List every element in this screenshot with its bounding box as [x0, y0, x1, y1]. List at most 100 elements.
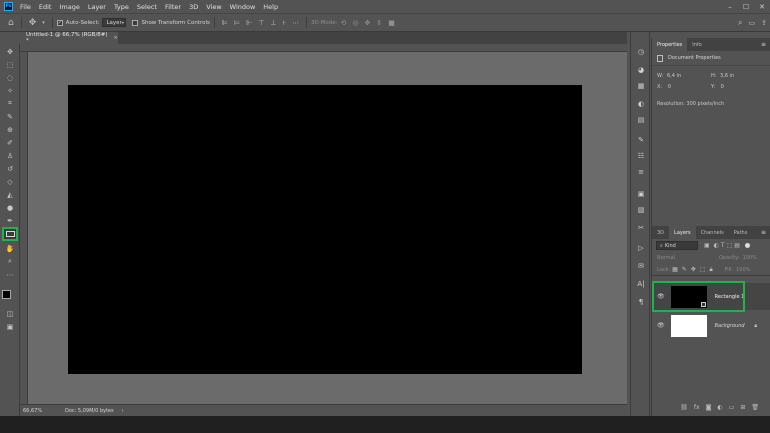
filter-kind-dropdown[interactable]: ⌕ Kind [656, 241, 698, 250]
move-tool-icon[interactable]: ✥ [29, 18, 37, 28]
styles-icon[interactable]: ▣ [635, 188, 647, 200]
marquee-tool-icon[interactable]: ⬚ [3, 59, 17, 70]
document-canvas[interactable] [68, 85, 582, 374]
opacity-value[interactable]: 100% [743, 255, 757, 261]
eraser-tool-icon[interactable]: ◇ [3, 176, 17, 187]
layer-row-background[interactable]: 👁︎ Background 🔒︎ [652, 312, 770, 339]
history-brush-tool-icon[interactable]: ↺ [3, 163, 17, 174]
delete-layer-icon[interactable]: 🗑︎ [751, 404, 759, 411]
clone-stamp-tool-icon[interactable]: ♙ [3, 150, 17, 161]
lock-all-icon[interactable]: 🔒︎ [710, 266, 713, 274]
foreground-color-swatch[interactable] [2, 290, 11, 299]
workspace-icon[interactable]: ▭ [749, 19, 756, 27]
align-top-icon[interactable]: ⊤ [258, 19, 264, 27]
menu-view[interactable]: View [202, 3, 225, 11]
adjustments-icon[interactable]: ◐ [635, 98, 647, 110]
new-group-icon[interactable]: ▭ [729, 404, 735, 411]
hand-tool-icon[interactable]: ✋ [3, 243, 17, 254]
screen-mode-icon[interactable]: ▣ [3, 321, 17, 332]
fx-icon[interactable]: fx [694, 404, 700, 411]
adjustment-layer-icon[interactable]: ◐ [717, 404, 722, 411]
pen-tool-icon[interactable]: ✒ [3, 215, 17, 226]
y-field[interactable]: Y: 0 [711, 84, 724, 90]
new-layer-icon[interactable]: ⊞ [740, 404, 745, 411]
swatches-icon[interactable]: ▦ [635, 80, 647, 92]
align-right-icon[interactable]: ⊩ [246, 19, 252, 27]
3d-pan-icon[interactable]: ✥ [364, 19, 370, 27]
search-icon[interactable]: ⌕ [738, 18, 742, 28]
layer-name[interactable]: Rectangle 1 [715, 294, 745, 300]
healing-brush-tool-icon[interactable]: ⊕ [3, 124, 17, 135]
x-field[interactable]: X: 0 [657, 84, 671, 90]
magic-wand-tool-icon[interactable]: ✧ [3, 85, 17, 96]
shape-filter-icon[interactable]: ⬚ [727, 242, 733, 249]
crop-tool-icon[interactable]: ⌗ [3, 98, 17, 109]
chevron-down-icon[interactable]: ▾ [42, 20, 45, 26]
menu-3d[interactable]: 3D [185, 3, 202, 11]
smart-object-filter-icon[interactable]: ▤ [734, 242, 740, 249]
layer-name[interactable]: Background [715, 323, 745, 329]
gradients-icon[interactable]: ▤ [635, 114, 647, 126]
height-field[interactable]: H: 3,6 in [711, 73, 734, 79]
tab-3d[interactable]: 3D [652, 226, 669, 239]
menu-select[interactable]: Select [133, 3, 161, 11]
eye-icon[interactable]: 👁︎ [657, 322, 665, 329]
3d-slide-icon[interactable]: ⇕ [376, 19, 382, 27]
lasso-tool-icon[interactable]: ◌ [3, 72, 17, 83]
gradient-tool-icon[interactable]: ◭ [3, 189, 17, 200]
close-tab-icon[interactable]: × [113, 35, 118, 41]
adjustment-filter-icon[interactable]: ◐ [714, 242, 719, 249]
menu-image[interactable]: Image [55, 3, 83, 11]
document-tab[interactable]: Untitled-1 @ 66,7% (RGB/8#) * × [20, 32, 118, 44]
share-icon[interactable]: ⇪ [761, 19, 767, 27]
close-window-button[interactable]: ✕ [754, 3, 770, 11]
align-left-icon[interactable]: ⊫ [222, 19, 228, 27]
menu-file[interactable]: File [16, 3, 35, 11]
3d-scale-icon[interactable]: ■ [388, 19, 395, 27]
brush-tool-icon[interactable]: ✐ [3, 137, 17, 148]
type-filter-icon[interactable]: T [721, 242, 725, 249]
minimize-button[interactable]: – [722, 3, 738, 11]
align-middle-icon[interactable]: ⊥ [270, 19, 276, 27]
link-layers-icon[interactable]: ⛓ [680, 404, 688, 411]
fill-value[interactable]: 100% [736, 267, 750, 273]
move-tool-icon[interactable]: ✥ [3, 46, 17, 57]
color-icon[interactable]: ◕ [635, 64, 647, 76]
lock-transparent-icon[interactable]: ▦ [672, 266, 678, 273]
show-transform-checkbox[interactable] [132, 19, 139, 26]
lock-artboard-icon[interactable]: ⬚ [700, 266, 706, 273]
more-options-icon[interactable]: ⋯ [292, 19, 299, 27]
zoom-tool-icon[interactable]: ⌕ [3, 256, 17, 267]
maximize-button[interactable]: ☐ [738, 3, 754, 11]
menu-layer[interactable]: Layer [84, 3, 110, 11]
quick-mask-icon[interactable]: ◫ [3, 308, 17, 319]
more-tools-icon[interactable]: ⋯ [3, 269, 17, 280]
panel-menu-icon[interactable]: ≡ [761, 41, 766, 48]
paragraph-icon[interactable]: ≡ [635, 166, 647, 178]
libraries-icon[interactable]: ▧ [635, 204, 647, 216]
align-bottom-icon[interactable]: ⊦ [282, 19, 286, 27]
brush-settings-icon[interactable]: ✎ [635, 134, 647, 146]
eyedropper-tool-icon[interactable]: ✎ [3, 111, 17, 122]
lock-position-icon[interactable]: ✥ [691, 266, 696, 273]
width-field[interactable]: W: 6,4 in [657, 73, 681, 79]
panel-menu-icon[interactable]: ≡ [761, 229, 766, 236]
actions-icon[interactable]: ▷ [635, 242, 647, 254]
notes-icon[interactable]: ✉ [635, 260, 647, 272]
paragraph-styles-icon[interactable]: ¶ [635, 296, 647, 308]
filter-toggle-icon[interactable] [744, 243, 750, 248]
rectangle-tool-icon[interactable] [2, 227, 18, 241]
glyphs-icon[interactable]: A| [635, 278, 647, 290]
history-icon[interactable]: ◷ [635, 46, 647, 58]
auto-select-checkbox[interactable]: ✓ [56, 19, 63, 26]
zoom-level[interactable]: 66,67% [23, 408, 53, 414]
tab-properties[interactable]: Properties [652, 38, 688, 51]
menu-help[interactable]: Help [259, 3, 282, 11]
layer-row-rectangle-1[interactable]: 👁︎ Rectangle 1 [652, 283, 770, 310]
home-icon[interactable]: ⌂ [8, 18, 14, 28]
menu-edit[interactable]: Edit [35, 3, 56, 11]
tab-info[interactable]: Info [687, 38, 706, 51]
menu-window[interactable]: Window [226, 3, 260, 11]
chevron-right-icon[interactable]: › [122, 408, 124, 414]
lock-pixels-icon[interactable]: ✎ [682, 266, 687, 273]
